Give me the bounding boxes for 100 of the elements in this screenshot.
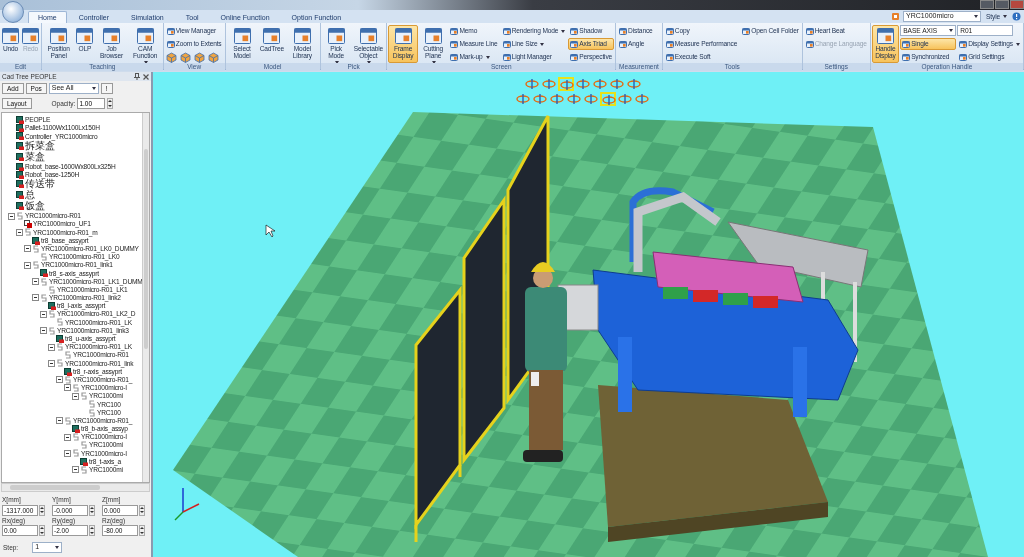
window-icon [2,27,19,44]
window-icon [50,27,68,44]
rotate-icon [516,93,530,105]
expand-toggle[interactable] [16,228,23,236]
minimize-button[interactable] [980,0,994,9]
spin-button[interactable] [139,525,145,536]
window-icon [502,53,511,61]
window-icon [742,27,751,35]
part-icon [16,191,24,200]
expand-toggle[interactable] [72,392,79,400]
view-tool-button[interactable] [549,92,565,106]
axis-triad-icon [174,487,200,521]
help-icon [1012,12,1021,21]
rotate-icon [533,93,547,105]
window-icon [502,40,511,48]
window-icon [570,27,579,35]
caret-icon [974,15,979,18]
view-tool-button[interactable] [583,92,599,106]
user-frame-icon [24,220,32,229]
rotate-icon [575,78,590,90]
view-cube-button[interactable] [192,50,206,64]
rotate-icon [541,78,556,90]
expand-toggle[interactable] [24,261,31,269]
window-icon [424,27,442,44]
part-icon [72,424,80,433]
rotate-icon [618,93,632,105]
view-cube-button[interactable] [206,50,220,64]
expand-toggle[interactable] [40,327,47,335]
tree-item[interactable]: 传送带 [25,179,55,190]
expand-toggle[interactable] [40,310,47,318]
spin-button[interactable] [107,98,114,109]
expand-toggle[interactable] [64,433,71,441]
expand-toggle[interactable] [32,294,39,302]
window-icon [102,27,120,44]
cube-icon [207,51,219,63]
tree-item[interactable]: 拆菜盒 [25,141,55,152]
window-icon [293,27,311,44]
spin-button[interactable] [39,525,45,536]
cursor-icon [265,224,276,238]
view-tool-button[interactable] [634,92,650,106]
expand-toggle[interactable] [56,376,63,384]
rotate-icon [584,93,598,105]
window-icon [902,40,911,48]
expand-toggle[interactable] [56,417,63,425]
spin-button[interactable] [139,504,145,516]
view-tool-button[interactable] [566,92,582,106]
part-icon [80,457,88,466]
expand-toggle[interactable] [24,245,31,253]
cube-icon [165,51,177,63]
window-icon [805,27,814,35]
rotate-icon [550,93,564,105]
robot-icon [891,12,901,21]
spin-button[interactable] [89,525,95,536]
tree-item[interactable]: 菜盒 [25,152,45,163]
window-icon [570,40,579,48]
view-tool-button[interactable] [591,77,608,91]
view-tool-button[interactable] [523,77,540,91]
caret-icon [55,546,60,549]
view-tool-button[interactable] [532,92,548,106]
view-tool-button[interactable] [600,92,616,106]
window-icon [327,27,345,44]
expand-toggle[interactable] [64,384,71,392]
tree-item[interactable]: 总 [25,190,35,201]
maximize-button[interactable] [995,0,1009,9]
view-tool-button[interactable] [625,77,642,91]
spin-button[interactable] [39,504,45,516]
view-cube-button[interactable] [164,50,178,64]
spin-button[interactable] [89,504,95,516]
expand-toggle[interactable] [8,212,15,220]
expand-toggle[interactable] [48,343,55,351]
rotate-icon [602,94,616,106]
window-icon [394,27,412,44]
expand-toggle[interactable] [32,278,39,286]
window-icon [805,40,814,48]
expand-toggle[interactable] [72,466,79,474]
vertical-scrollbar[interactable] [142,113,149,483]
rotate-icon [592,78,607,90]
horizontal-scrollbar[interactable] [1,483,150,493]
view-tool-button[interactable] [557,77,574,91]
view-tool-button[interactable] [617,92,633,106]
expand-toggle[interactable] [48,359,55,367]
expand-toggle[interactable] [64,449,71,457]
window-icon [665,53,674,61]
rotate-icon [609,78,624,90]
caret-icon [949,29,954,32]
window-icon [619,40,628,48]
part-icon [48,302,56,311]
part-icon [64,367,72,376]
view-cube-button[interactable] [178,50,192,64]
window-icon [450,27,459,35]
cube-icon [179,51,191,63]
view-tool-button[interactable] [515,92,531,106]
tree-item[interactable]: 饭盒 [25,201,45,212]
view-tool-button[interactable] [540,77,557,91]
view-tool-button[interactable] [608,77,625,91]
view-tool-button[interactable] [574,77,591,91]
window-icon [22,27,39,44]
window-icon [959,40,968,48]
window-icon [233,27,251,44]
window-icon [76,27,94,44]
